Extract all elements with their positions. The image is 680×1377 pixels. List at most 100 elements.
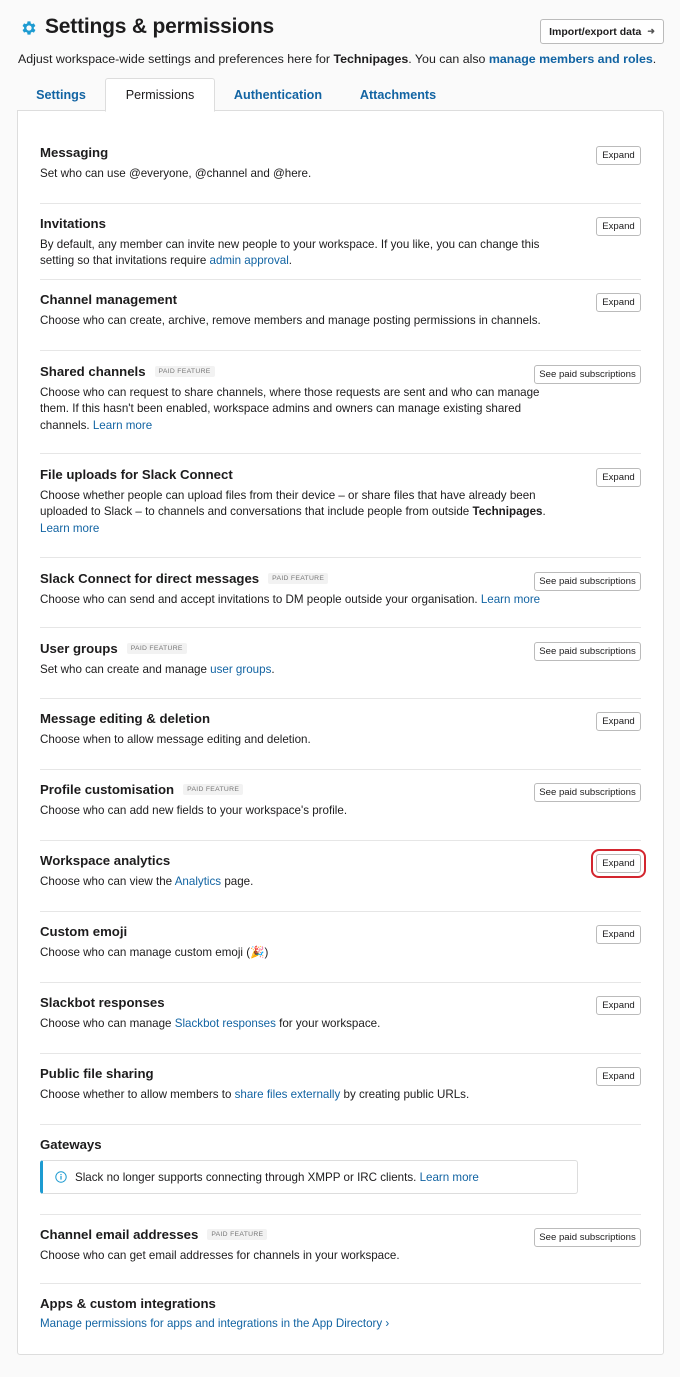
divider bbox=[40, 627, 641, 628]
paid-feature-badge: PAID FEATURE bbox=[268, 573, 329, 584]
user-groups-paid-button[interactable]: See paid subscriptions bbox=[534, 642, 641, 661]
section-title: Channel email addresses PAID FEATURE bbox=[40, 1227, 268, 1242]
user-groups-link[interactable]: user groups bbox=[210, 663, 271, 676]
slack-connect-dm-paid-button[interactable]: See paid subscriptions bbox=[534, 572, 641, 591]
page-header: Settings & permissions Import/export dat… bbox=[18, 14, 664, 44]
workspace-name: Technipages bbox=[333, 52, 409, 66]
section-title: Apps & custom integrations bbox=[40, 1296, 216, 1311]
slackbot-responses-expand-button[interactable]: Expand bbox=[596, 996, 641, 1015]
desc-text: for your workspace. bbox=[275, 1017, 381, 1030]
divider bbox=[40, 1053, 641, 1054]
desc-text: . bbox=[288, 254, 293, 268]
section-desc: Choose whether to allow members to share… bbox=[40, 1087, 551, 1103]
divider bbox=[40, 350, 641, 351]
learn-more-link[interactable]: Learn more bbox=[93, 419, 152, 432]
divider bbox=[40, 453, 641, 454]
desc-text: page. bbox=[221, 875, 254, 888]
paid-feature-badge: PAID FEATURE bbox=[126, 643, 187, 654]
section-title: File uploads for Slack Connect bbox=[40, 467, 233, 482]
section-desc: Choose who can send and accept invitatio… bbox=[40, 592, 581, 608]
desc-text: Choose who can send and accept invitatio… bbox=[40, 593, 481, 606]
workspace-name: Technipages bbox=[472, 505, 543, 519]
desc-text: Choose whether people can upload files f… bbox=[40, 489, 536, 519]
analytics-link[interactable]: Analytics bbox=[175, 875, 221, 888]
paid-feature-badge: PAID FEATURE bbox=[154, 366, 215, 377]
divider bbox=[40, 557, 641, 558]
tab-settings[interactable]: Settings bbox=[18, 78, 104, 112]
channel-email-paid-button[interactable]: See paid subscriptions bbox=[534, 1228, 641, 1247]
desc-text: ) bbox=[264, 946, 269, 959]
manage-members-link[interactable]: manage members and roles bbox=[489, 52, 653, 66]
section-title: Workspace analytics bbox=[40, 853, 171, 868]
section-desc: Choose who can create, archive, remove m… bbox=[40, 314, 541, 327]
section-desc: By default, any member can invite new pe… bbox=[40, 237, 551, 270]
app-directory-link[interactable]: Manage permissions for apps and integrat… bbox=[40, 1317, 389, 1330]
section-title: Message editing & deletion bbox=[40, 711, 211, 726]
title-text: Channel email addresses bbox=[40, 1227, 199, 1242]
divider bbox=[40, 1124, 641, 1125]
workspace-analytics-expand-button[interactable]: Expand bbox=[591, 849, 646, 878]
learn-more-link[interactable]: Learn more bbox=[481, 593, 540, 606]
gear-icon bbox=[22, 21, 36, 35]
invitations-expand-button[interactable]: Expand bbox=[596, 217, 641, 236]
tab-permissions[interactable]: Permissions bbox=[105, 78, 215, 112]
section-title: Profile customisation PAID FEATURE bbox=[40, 782, 244, 797]
desc-text: Set who can create and manage bbox=[40, 663, 211, 676]
gateways-info-box: Slack no longer supports connecting thro… bbox=[40, 1160, 578, 1194]
shared-channels-paid-button[interactable]: See paid subscriptions bbox=[534, 365, 641, 384]
tab-authentication[interactable]: Authentication bbox=[223, 78, 333, 112]
section-desc: Choose when to allow message editing and… bbox=[40, 733, 311, 746]
divider bbox=[40, 911, 641, 912]
section-title: User groups PAID FEATURE bbox=[40, 641, 187, 656]
custom-emoji-expand-button[interactable]: Expand bbox=[596, 925, 641, 944]
section-title: Slackbot responses bbox=[40, 995, 165, 1010]
divider bbox=[40, 1214, 641, 1215]
paid-feature-badge: PAID FEATURE bbox=[183, 784, 244, 795]
learn-more-link[interactable]: Learn more bbox=[40, 522, 99, 535]
admin-approval-link[interactable]: admin approval bbox=[210, 254, 289, 267]
divider bbox=[40, 769, 641, 770]
desc-text: . bbox=[542, 505, 546, 519]
subtitle-middle: . You can also bbox=[408, 52, 489, 66]
profile-customisation-paid-button[interactable]: See paid subscriptions bbox=[534, 783, 641, 802]
info-icon bbox=[55, 1171, 67, 1183]
desc-text: Choose who can view the bbox=[40, 875, 175, 888]
info-text: Slack no longer supports connecting thro… bbox=[75, 1171, 479, 1184]
file-uploads-expand-button[interactable]: Expand bbox=[596, 468, 641, 487]
messaging-expand-button[interactable]: Expand bbox=[596, 146, 641, 165]
section-title: Channel management bbox=[40, 292, 178, 307]
info-message: Slack no longer supports connecting thro… bbox=[75, 1170, 420, 1184]
page-title: Settings & permissions bbox=[45, 15, 274, 38]
tab-bar: Settings Permissions Authentication Atta… bbox=[18, 78, 664, 112]
section-desc: Choose who can manage Slackbot responses… bbox=[40, 1016, 551, 1032]
desc-text: Choose whether to allow members to bbox=[40, 1088, 235, 1101]
import-export-button[interactable]: Import/export data ➜ bbox=[540, 19, 664, 44]
share-files-externally-link[interactable]: share files externally bbox=[235, 1088, 341, 1101]
divider bbox=[40, 698, 641, 699]
import-export-label: Import/export data bbox=[549, 25, 642, 38]
section-desc: Choose who can request to share channels… bbox=[40, 385, 551, 434]
section-title: Shared channels PAID FEATURE bbox=[40, 364, 215, 379]
paid-feature-badge: PAID FEATURE bbox=[207, 1229, 268, 1240]
section-desc: Choose whether people can upload files f… bbox=[40, 488, 551, 537]
public-file-sharing-expand-button[interactable]: Expand bbox=[596, 1067, 641, 1086]
permissions-panel: Messaging Set who can use @everyone, @ch… bbox=[17, 110, 664, 1355]
message-editing-expand-button[interactable]: Expand bbox=[596, 712, 641, 731]
party-popper-icon: 🎉 bbox=[250, 946, 265, 959]
divider bbox=[40, 982, 641, 983]
desc-text: by creating public URLs. bbox=[340, 1088, 470, 1101]
section-desc: Choose who can add new fields to your wo… bbox=[40, 804, 348, 817]
divider bbox=[40, 840, 641, 841]
arrow-right-icon: ➜ bbox=[647, 26, 655, 36]
channel-management-expand-button[interactable]: Expand bbox=[596, 293, 641, 312]
section-desc: Set who can create and manage user group… bbox=[40, 662, 551, 678]
title-text: User groups bbox=[40, 641, 118, 656]
tab-attachments[interactable]: Attachments bbox=[346, 78, 450, 112]
title-text: Shared channels bbox=[40, 364, 146, 379]
divider bbox=[40, 203, 641, 204]
title-text: Slack Connect for direct messages bbox=[40, 571, 260, 586]
learn-more-link[interactable]: Learn more bbox=[420, 1171, 479, 1184]
section-desc: Choose who can manage custom emoji (🎉) bbox=[40, 945, 551, 961]
divider bbox=[40, 279, 641, 280]
slackbot-responses-link[interactable]: Slackbot responses bbox=[175, 1017, 276, 1030]
